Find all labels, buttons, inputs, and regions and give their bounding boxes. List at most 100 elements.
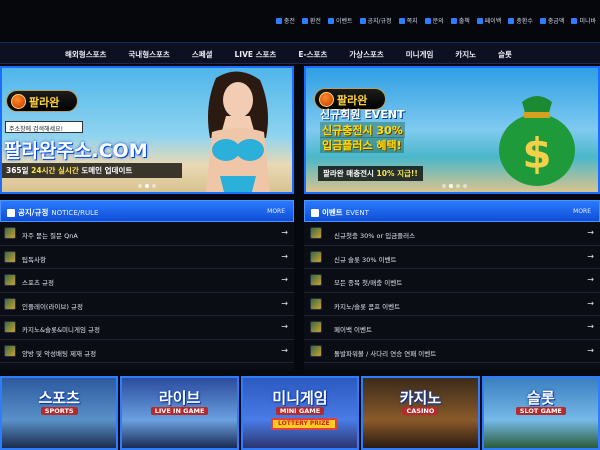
- nav-item-special[interactable]: 스페셜: [181, 49, 224, 60]
- utility-links: 충전 환전 이벤트 공지/규정 쪽지 문의 출첵 페이백 충환수 충금액 미니바: [275, 16, 596, 25]
- notice-header-icon: [7, 208, 15, 217]
- money-bag-icon: $: [499, 96, 575, 186]
- svg-text:$: $: [522, 129, 551, 178]
- arrow-right-icon: →: [281, 345, 288, 355]
- notice-thumb-icon: [4, 250, 16, 263]
- logo-ball-icon: [11, 94, 26, 109]
- list-item[interactable]: 인플레이(라이브) 규정 →: [0, 293, 294, 316]
- arrow-right-icon: →: [281, 298, 288, 308]
- notice-thumb-icon: [4, 274, 16, 286]
- list-item[interactable]: 카지노&슬롯&미니게임 규정 →: [0, 316, 294, 340]
- carousel-dots-event[interactable]: [442, 184, 467, 188]
- tile-sports[interactable]: 스포츠 SPORTS: [0, 376, 119, 450]
- event-panel: 이벤트 EVENT MORE 신규첫충 30% or 입금플러스 → 신규 슬롯 3…: [304, 200, 600, 370]
- withdraw-icon: [301, 17, 308, 24]
- nav-item-slot[interactable]: 슬롯: [487, 49, 523, 60]
- banner-model-image: [206, 71, 270, 192]
- nav-item-overseas-sports[interactable]: 해외형스포츠: [54, 49, 117, 60]
- inquiry-icon: [424, 17, 431, 24]
- deposit-count-icon: [508, 17, 515, 24]
- notice-icon: [359, 17, 366, 24]
- utility-link-minibar[interactable]: 미니바: [571, 16, 596, 25]
- tile-live[interactable]: 라이브 LIVE IN GAME: [120, 376, 239, 450]
- event-more-button[interactable]: MORE: [573, 208, 591, 215]
- utility-link-attendance[interactable]: 출첵: [450, 16, 470, 25]
- carousel-dots[interactable]: [138, 184, 156, 188]
- banner-event[interactable]: 팔라완 신규회원 EVENT 신규충전시 30% 입금플러스 혜택! 팔라완 매…: [304, 66, 600, 194]
- arrow-right-icon: →: [281, 251, 288, 261]
- nav-item-minigame[interactable]: 미니게임: [395, 49, 445, 60]
- banner-domain[interactable]: 팔라완 주소창에 검색해세요! 팔라완주소.COM 365일 24시간 실시간 …: [0, 66, 294, 194]
- list-item[interactable]: 팁독사항 →: [0, 246, 294, 269]
- main-nav: 해외형스포츠 국내형스포츠 스페셜 LIVE 스포츠 E-스포츠 가상스포츠 미…: [0, 42, 600, 64]
- list-item[interactable]: 페이백 이벤트 →: [304, 316, 600, 340]
- list-item[interactable]: 자주 묻는 질문 QnA →: [0, 222, 294, 246]
- list-item[interactable]: 돌발파워볼 / 사다리 연승 연패 이벤트 →: [304, 340, 600, 363]
- arrow-right-icon: →: [587, 298, 594, 308]
- list-item[interactable]: 신규 슬롯 30% 이벤트 →: [304, 246, 600, 269]
- arrow-right-icon: →: [587, 228, 594, 237]
- arrow-right-icon: →: [587, 251, 594, 261]
- list-item[interactable]: 양방 및 악성배팅 제재 규정 →: [0, 340, 294, 363]
- deposit-icon: [275, 17, 282, 24]
- utility-link-event[interactable]: 이벤트: [327, 16, 353, 25]
- event-icon: [327, 17, 334, 24]
- notice-thumb-icon: [4, 321, 16, 333]
- notice-thumb-icon: [4, 344, 16, 357]
- notice-header: 공지/규정 NOTICE/RULE MORE: [0, 200, 294, 222]
- minibar-icon: [571, 17, 578, 24]
- utility-link-message[interactable]: 쪽지: [398, 16, 418, 25]
- arrow-right-icon: →: [587, 322, 594, 331]
- message-icon: [398, 17, 405, 24]
- list-item[interactable]: 신규첫충 30% or 입금플러스 →: [304, 222, 600, 246]
- arrow-right-icon: →: [281, 275, 288, 284]
- top-utility-bar: 충전 환전 이벤트 공지/규정 쪽지 문의 출첵 페이백 충환수 충금액 미니바: [0, 0, 600, 42]
- event-thumb-icon: [310, 227, 322, 239]
- event-thumb-icon: [310, 321, 322, 333]
- banner-domain-text: 팔라완주소.COM: [4, 140, 148, 162]
- banner-search-hint: 주소창에 검색해세요!: [5, 121, 83, 133]
- arrow-right-icon: →: [587, 275, 594, 284]
- utility-link-notice[interactable]: 공지/규정: [359, 16, 392, 25]
- event-line-2: 입금플러스 혜택!: [320, 137, 404, 153]
- event-thumb-icon: [310, 344, 322, 357]
- list-item[interactable]: 스포츠 규정 →: [0, 269, 294, 293]
- notice-thumb-icon: [4, 297, 16, 310]
- event-thumb-icon: [310, 250, 322, 263]
- utility-link-withdraw[interactable]: 환전: [301, 16, 321, 25]
- utility-link-payback[interactable]: 페이백: [476, 16, 501, 25]
- notice-thumb-icon: [4, 227, 16, 239]
- utility-link-deposit-amount[interactable]: 충금액: [539, 16, 564, 25]
- list-item[interactable]: 카지노/슬롯 콤프 이벤트 →: [304, 293, 600, 316]
- nav-item-domestic-sports[interactable]: 국내형스포츠: [117, 49, 180, 60]
- tile-slot[interactable]: 슬롯 SLOT GAME: [481, 376, 600, 450]
- event-header: 이벤트 EVENT MORE: [304, 200, 600, 222]
- lottery-prize-badge: LOTTERY PRIZE: [270, 418, 337, 430]
- nav-item-live-sports[interactable]: LIVE 스포츠: [224, 49, 288, 60]
- logo-ball-icon: [319, 92, 334, 107]
- utility-link-deposit-count[interactable]: 충환수: [508, 16, 533, 25]
- attendance-icon: [450, 17, 457, 24]
- event-bottom-ticker: 팔라완 매충전시 10% 지급!!: [318, 166, 423, 181]
- event-header-icon: [311, 208, 319, 217]
- event-line-1: 신규충전시 30%: [320, 122, 405, 138]
- arrow-right-icon: →: [587, 345, 594, 355]
- payback-icon: [476, 17, 483, 24]
- tile-minigame[interactable]: 미니게임 MINI GAME LOTTERY PRIZE: [240, 376, 360, 450]
- arrow-right-icon: →: [281, 228, 288, 237]
- nav-item-casino[interactable]: 카지노: [444, 49, 487, 60]
- utility-link-deposit[interactable]: 충전: [275, 16, 295, 25]
- event-thumb-icon: [310, 274, 322, 286]
- notice-more-button[interactable]: MORE: [267, 208, 285, 215]
- brand-logo: 팔라완: [6, 90, 78, 112]
- tile-casino[interactable]: 카지노 CASINO: [361, 376, 480, 450]
- utility-link-inquiry[interactable]: 문의: [424, 16, 444, 25]
- notice-panel: 공지/규정 NOTICE/RULE MORE 자주 묻는 질문 QnA → 팁독사항…: [0, 200, 294, 370]
- list-item[interactable]: 모든 종목 첫/매충 이벤트 →: [304, 269, 600, 293]
- arrow-right-icon: →: [281, 322, 288, 331]
- event-title: 신규회원 EVENT: [320, 108, 405, 121]
- nav-item-esports[interactable]: E-스포츠: [287, 49, 338, 60]
- game-category-tiles: 스포츠 SPORTS 라이브 LIVE IN GAME 미니게임 MINI GA…: [0, 376, 600, 450]
- nav-item-virtual-sports[interactable]: 가상스포츠: [338, 49, 395, 60]
- deposit-amount-icon: [539, 17, 546, 24]
